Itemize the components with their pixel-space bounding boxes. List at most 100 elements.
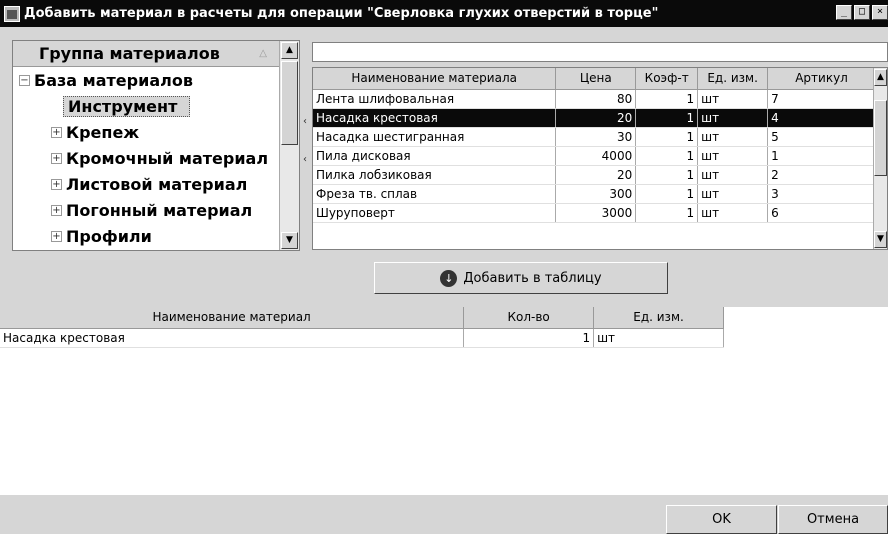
collapse-icon[interactable]: − [19,74,30,86]
cell-name: Пила дисковая [313,146,557,166]
material-search-input[interactable] [312,42,888,62]
cell-name: Шуруповерт [313,203,557,223]
tree-item-profili[interactable]: + Профили [13,223,299,249]
expand-icon[interactable]: + [51,152,62,164]
add-to-table-button[interactable]: ↓ Добавить в таблицу [374,262,668,294]
scroll-thumb[interactable] [281,61,298,145]
title-bar[interactable]: Добавить материал в расчеты для операции… [0,0,888,27]
cell-name: Насадка крестовая [313,108,557,128]
tree-item-root[interactable]: − База материалов [13,67,299,93]
splitter-collapse-icon[interactable]: ‹ [301,112,309,132]
expand-icon[interactable]: + [51,204,62,216]
close-button[interactable]: × [872,5,888,20]
cell-price: 300 [555,184,637,204]
cell-qty[interactable]: 1 [463,328,595,348]
tree-item-label: База материалов [34,70,193,90]
table-row[interactable]: Насадка шестигранная 30 1 шт 5 [313,127,876,147]
cell-name: Лента шлифовальная [313,89,557,109]
splitter-collapse-icon[interactable]: ‹ [301,150,309,170]
window-title: Добавить материал в расчеты для операции… [24,6,659,21]
tree-scrollbar[interactable]: ▲ ▼ [279,41,299,250]
column-header-name[interactable]: Наименование материал [0,307,465,329]
expand-icon[interactable]: + [51,126,62,138]
table-row[interactable]: Шуруповерт 3000 1 шт 6 [313,203,876,223]
cell-coef: 1 [635,146,699,166]
cell-unit: шт [697,184,769,204]
expand-icon[interactable]: + [51,230,62,242]
column-header-name[interactable]: Наименование материала [313,68,557,90]
materials-scrollbar[interactable]: ▲ ▼ [873,68,887,249]
tree-item-label: Погонный материал [66,200,253,220]
cell-price: 30 [555,127,637,147]
maximize-button[interactable]: □ [854,5,870,20]
cell-coef: 1 [635,165,699,185]
sort-asc-icon: △ [259,48,267,59]
tree-header[interactable]: Группа материалов △ [13,41,279,67]
tree-item-label: Инструмент [63,95,191,117]
cell-article: 1 [767,146,876,166]
cell-article: 2 [767,165,876,185]
scroll-down-arrow-icon[interactable]: ▼ [874,231,887,248]
cell-coef: 1 [635,108,699,128]
selected-materials-table[interactable]: Наименование материал Кол-во Ед. изм. На… [0,307,888,495]
cell-coef: 1 [635,184,699,204]
dialog-window: Добавить материал в расчеты для операции… [0,0,888,534]
cell-unit: шт [697,108,769,128]
table-row[interactable]: Лента шлифовальная 80 1 шт 7 [313,89,876,109]
table-row-selected[interactable]: Насадка крестовая 20 1 шт 4 [313,108,876,128]
ok-button[interactable]: OK [666,505,777,534]
column-header-price[interactable]: Цена [555,68,637,90]
material-group-tree[interactable]: Группа материалов △ − База материалов Ин… [12,40,300,251]
tree-item-label: Кромочный материал [66,148,269,168]
column-header-unit[interactable]: Ед. изм. [697,68,769,90]
cell-unit: шт [697,89,769,109]
app-icon [4,5,20,22]
cell-coef: 1 [635,127,699,147]
tree-item-label: Листовой материал [66,174,248,194]
cell-unit: шт [697,127,769,147]
materials-table[interactable]: Наименование материала Цена Коэф-т Ед. и… [312,67,888,250]
table-row[interactable]: Фреза тв. сплав 300 1 шт 3 [313,184,876,204]
cell-price: 4000 [555,146,637,166]
cancel-button[interactable]: Отмена [778,505,888,534]
table-row[interactable]: Насадка крестовая 1 шт [0,328,724,348]
cell-name: Пилка лобзиковая [313,165,557,185]
cell-article: 3 [767,184,876,204]
cell-article: 7 [767,89,876,109]
scroll-down-arrow-icon[interactable]: ▼ [281,232,298,249]
tree-item-krepezh[interactable]: + Крепеж [13,119,299,145]
window-controls: _ □ × [836,5,888,20]
scroll-up-arrow-icon[interactable]: ▲ [281,42,298,59]
cell-coef: 1 [635,89,699,109]
cell-article: 4 [767,108,876,128]
add-to-table-label: Добавить в таблицу [463,270,602,286]
tree-item-listovoy[interactable]: + Листовой материал [13,171,299,197]
table-row[interactable]: Пилка лобзиковая 20 1 шт 2 [313,165,876,185]
cell-name: Фреза тв. сплав [313,184,557,204]
cell-name: Насадка крестовая [0,328,465,348]
tree-item-instrument[interactable]: Инструмент [13,93,299,119]
scroll-thumb[interactable] [874,100,887,176]
column-header-qty[interactable]: Кол-во [463,307,595,329]
tree-item-label: Профили [66,226,152,246]
cell-article: 5 [767,127,876,147]
cell-price: 3000 [555,203,637,223]
expand-icon[interactable]: + [51,178,62,190]
cell-article: 6 [767,203,876,223]
column-header-article[interactable]: Артикул [767,68,876,90]
cell-price: 20 [555,165,637,185]
minimize-button[interactable]: _ [836,5,852,20]
column-header-coef[interactable]: Коэф-т [635,68,699,90]
tree-header-label: Группа материалов [39,44,220,63]
cell-unit: шт [697,165,769,185]
scroll-up-arrow-icon[interactable]: ▲ [874,69,887,86]
cell-name: Насадка шестигранная [313,127,557,147]
table-header-row: Наименование материал Кол-во Ед. изм. [0,307,724,329]
cell-unit: шт [697,203,769,223]
table-row[interactable]: Пила дисковая 4000 1 шт 1 [313,146,876,166]
column-header-unit[interactable]: Ед. изм. [593,307,724,329]
cell-unit: шт [593,328,724,348]
tree-item-kromochny[interactable]: + Кромочный материал [13,145,299,171]
tree-item-pogonny[interactable]: + Погонный материал [13,197,299,223]
tree-item-label: Крепеж [66,122,140,142]
